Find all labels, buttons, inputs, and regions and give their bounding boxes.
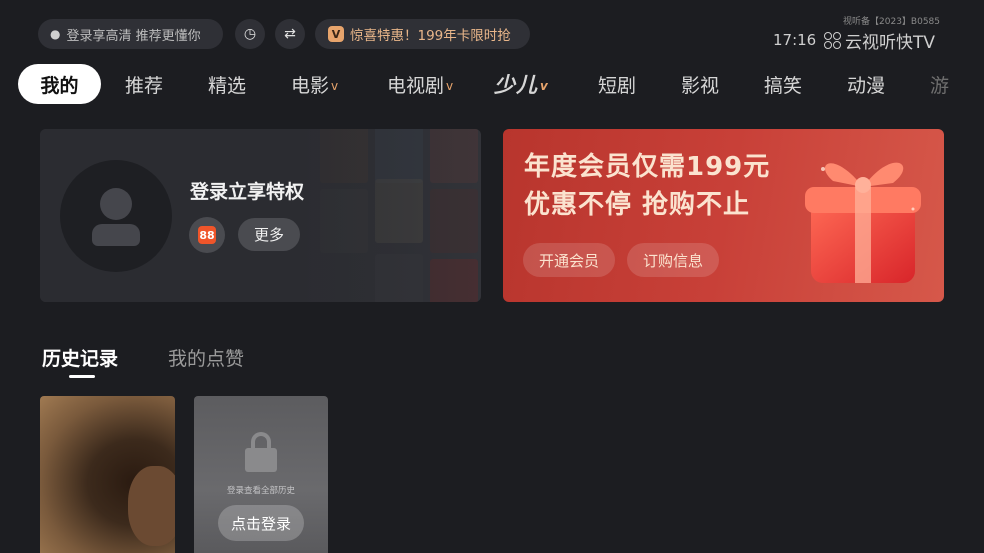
clock-time: 17:16 [773, 31, 817, 49]
tab-anime[interactable]: 动漫 [847, 64, 885, 104]
brand-logo: 云视听快TV [824, 28, 935, 53]
clock-icon: ◷ [243, 26, 257, 42]
tab-mine[interactable]: 我的 [18, 64, 101, 104]
tab-label: 推荐 [125, 74, 164, 97]
click-login-button[interactable]: 点击登录 [218, 505, 304, 541]
chevron-down-icon: v [331, 78, 339, 93]
tab-label: 搞笑 [764, 74, 803, 97]
tab-kids[interactable]: 少儿 v [494, 64, 549, 104]
tab-label: 影视 [681, 74, 720, 97]
vip-subheadline: 优惠不停 抢购不止 [524, 190, 751, 220]
login-title: 登录立享特权 [190, 181, 305, 203]
active-tab-indicator [69, 375, 95, 378]
history-item-thumbnail[interactable] [40, 396, 175, 553]
license-text: 视听备【2023】B0585 [843, 17, 940, 27]
locked-hint-text: 登录查看全部历史 [226, 486, 295, 496]
tab-label: 游 [930, 74, 950, 97]
user-icon: ● [50, 27, 61, 41]
tab-movies[interactable]: 电影 v [291, 64, 338, 104]
tab-label: 动漫 [847, 74, 886, 97]
vip-headline: 年度会员仅需199元 [524, 152, 771, 182]
tab-short-drama[interactable]: 短剧 [598, 64, 636, 104]
category-nav: 我的 推荐 精选 电影 v 电视剧 v 少儿 v 短剧 影视 搞笑 动漫 游 [18, 64, 984, 104]
vip-promo-card[interactable]: 年度会员仅需199元 优惠不停 抢购不止 开通会员 订购信息 [503, 129, 944, 302]
tab-history[interactable]: 历史记录 [42, 344, 118, 371]
user-head-shape [100, 188, 132, 220]
tab-label: 电影 [291, 74, 330, 97]
tab-comedy[interactable]: 搞笑 [764, 64, 802, 104]
swap-icon: ⇄ [284, 26, 296, 42]
brand-name: 云视听快TV [845, 33, 936, 53]
tab-label: 短剧 [598, 74, 637, 97]
avatar [60, 160, 172, 272]
tab-label: 精选 [208, 74, 247, 97]
tab-label: 我的 [40, 74, 79, 97]
more-button[interactable]: 更多 [238, 218, 300, 251]
chevron-down-icon: v [446, 78, 454, 93]
vip-badge-icon: V [328, 26, 344, 42]
login-prompt-text: 登录享高清 推荐更懂你 [66, 28, 201, 44]
thumbnail-image [128, 466, 175, 546]
app-logo-icon: 88 [198, 226, 216, 244]
order-info-button[interactable]: 订购信息 [627, 243, 719, 277]
tab-film-tv[interactable]: 影视 [681, 64, 719, 104]
tab-games[interactable]: 游 [930, 64, 949, 104]
history-button[interactable]: ◷ [235, 19, 265, 49]
chevron-down-icon: v [540, 78, 549, 93]
tab-recommend[interactable]: 推荐 [125, 64, 163, 104]
lock-icon [245, 432, 277, 472]
promo-pill[interactable]: V 惊喜特惠！199年卡限时抢 [315, 19, 530, 49]
open-vip-button[interactable]: 开通会员 [523, 243, 615, 277]
gift-box-icon [805, 162, 921, 283]
tab-featured[interactable]: 精选 [208, 64, 246, 104]
login-prompt-pill[interactable]: ● 登录享高清 推荐更懂你 [38, 19, 223, 49]
user-body-shape [92, 224, 140, 246]
locked-history-card[interactable]: 登录查看全部历史 点击登录 [194, 396, 328, 553]
tab-tv-series[interactable]: 电视剧 v [387, 64, 453, 104]
tab-label: 电视剧 [387, 74, 445, 97]
login-card[interactable]: 登录立享特权 88 更多 [40, 129, 481, 302]
app-login-button[interactable]: 88 [189, 217, 225, 253]
brand-icon [824, 31, 842, 50]
tab-likes[interactable]: 我的点赞 [168, 344, 244, 371]
tab-label: 少儿 [494, 73, 538, 97]
switch-button[interactable]: ⇄ [275, 19, 305, 49]
promo-text: 惊喜特惠！199年卡限时抢 [350, 28, 511, 44]
